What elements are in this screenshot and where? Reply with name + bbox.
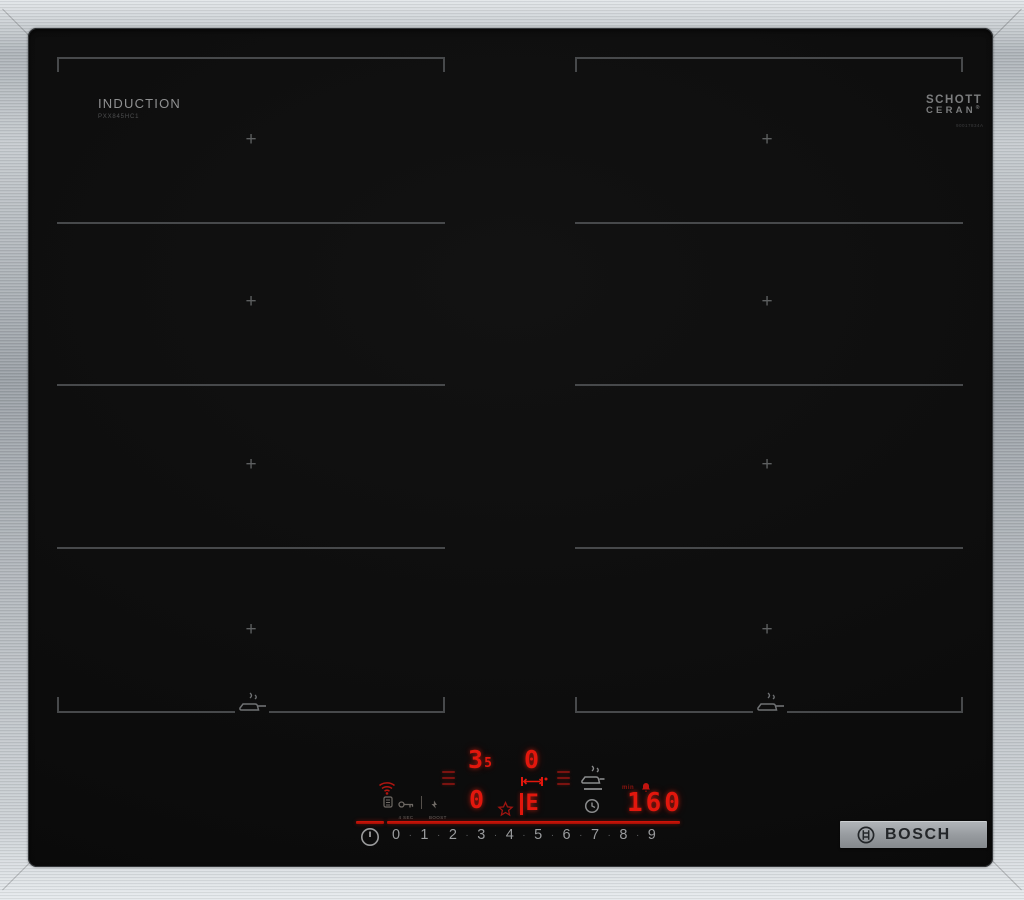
zone-select-lines-icon — [442, 771, 455, 785]
slider-dot: · — [607, 829, 611, 841]
timer-clock-icon[interactable] — [584, 798, 600, 814]
zone-separator-line — [575, 547, 963, 549]
power-level-4[interactable]: 4 — [506, 827, 514, 843]
zone-plus-marker: + — [245, 619, 257, 640]
zone-bracket-stub — [57, 57, 59, 72]
zone-plus-marker: + — [761, 129, 773, 150]
boost-key[interactable]: boost — [429, 796, 447, 820]
slider-dot: · — [635, 829, 640, 841]
slider-dot: · — [522, 829, 526, 841]
slider-dot: · — [579, 829, 583, 841]
zone-bracket-bottom — [575, 711, 753, 713]
selection-line — [584, 788, 602, 790]
slider-dot: · — [437, 829, 441, 841]
divider — [421, 796, 422, 809]
zone-select-lines-icon — [557, 771, 570, 785]
registered-mark: ® — [975, 105, 983, 112]
bosch-symbol-icon — [857, 826, 875, 843]
power-level-1[interactable]: 1 — [420, 827, 428, 843]
fry-sensor-zone-icon — [239, 692, 266, 711]
zone-plus-marker: + — [245, 129, 257, 150]
zone-separator-line — [575, 384, 963, 386]
zone-bracket-stub — [575, 697, 577, 713]
zone-separator-line — [57, 547, 445, 549]
wifi-icon[interactable] — [378, 781, 396, 795]
zone-bracket-stub — [443, 57, 445, 72]
power-button[interactable] — [359, 826, 381, 848]
bosch-logo-plate: BOSCH — [840, 821, 987, 848]
model-code: PXX845HC1 — [98, 114, 140, 120]
ceramic-glass-surface: + + + + + + + + INDUCTION PXX845HC1 SCHO… — [28, 28, 993, 867]
zone-bracket-top — [575, 57, 963, 59]
slider-line-segment — [387, 821, 680, 824]
power-level-5[interactable]: 5 — [534, 827, 542, 843]
power-level-display: 3 5 — [468, 747, 492, 772]
zone-separator-line — [57, 384, 445, 386]
zone-bracket-stub — [57, 697, 59, 713]
keep-warm-pan-icon[interactable] — [581, 765, 605, 788]
flex-mode-char: E — [525, 791, 539, 816]
power-level-9[interactable]: 9 — [648, 827, 656, 843]
zone-plus-marker: + — [761, 291, 773, 312]
wipe-pad-icon — [383, 796, 393, 808]
zone-plus-marker: + — [245, 291, 257, 312]
zone-bracket-stub — [443, 697, 445, 713]
ceran-line: CERAN® — [926, 105, 983, 117]
power-level-slider[interactable]: 0 · 1 · 2 · 3 · 4 · 5 · 6 · 7 · 8 · 9 — [392, 827, 656, 843]
zone-bracket-bottom — [57, 711, 235, 713]
zone-bracket-stub — [575, 57, 577, 72]
zone-separator-line — [57, 222, 445, 224]
power-level-2[interactable]: 2 — [449, 827, 457, 843]
slider-dot: · — [408, 829, 412, 841]
lock-time-label: 4 sec — [398, 815, 414, 820]
schott-ceran-logo: SCHOTT CERAN® — [926, 94, 988, 116]
fry-sensor-zone-icon — [757, 692, 784, 711]
flex-bar — [520, 793, 523, 815]
zone-bracket-top — [57, 57, 445, 59]
power-level-8[interactable]: 8 — [619, 827, 627, 843]
zone-bracket-bottom — [787, 711, 963, 713]
zone-plus-marker: + — [245, 454, 257, 475]
slider-dot: · — [465, 829, 469, 841]
zone-bracket-stub — [961, 57, 963, 72]
zone-plus-marker: + — [761, 619, 773, 640]
slider-line-segment — [356, 821, 384, 824]
zone-display: 0 — [524, 745, 540, 774]
frame-seam — [990, 8, 1022, 41]
zone-bracket-bottom — [269, 711, 445, 713]
power-level-half-digit: 5 — [484, 756, 492, 772]
glass-serial-code: 90017834A — [956, 123, 984, 128]
slider-dot: · — [493, 829, 498, 841]
favorite-star-icon[interactable] — [497, 801, 514, 817]
flex-move-display: E — [520, 775, 548, 815]
slider-dot: · — [550, 829, 555, 841]
power-level-6[interactable]: 6 — [563, 827, 571, 843]
bosch-logo-text: BOSCH — [885, 825, 951, 843]
frame-seam — [990, 858, 1022, 891]
zone-separator-line — [575, 222, 963, 224]
induction-label: INDUCTION — [98, 96, 182, 111]
key-icon — [398, 801, 414, 808]
timer-display: 160 — [627, 788, 683, 818]
zone-plus-marker: + — [761, 454, 773, 475]
power-level-0[interactable]: 0 — [392, 827, 400, 843]
power-level-main-digit: 3 — [468, 745, 484, 774]
power-level-7[interactable]: 7 — [591, 827, 599, 843]
zone-bracket-stub — [961, 697, 963, 713]
induction-hob: + + + + + + + + INDUCTION PXX845HC1 SCHO… — [0, 0, 1024, 900]
boost-icon — [431, 800, 437, 809]
pan-transfer-arrows-icon — [521, 777, 548, 786]
power-level-display-secondary: 0 — [469, 785, 485, 814]
child-lock-key[interactable]: 4 sec boost — [383, 796, 447, 820]
boost-label: boost — [429, 815, 447, 820]
power-level-3[interactable]: 3 — [477, 827, 485, 843]
